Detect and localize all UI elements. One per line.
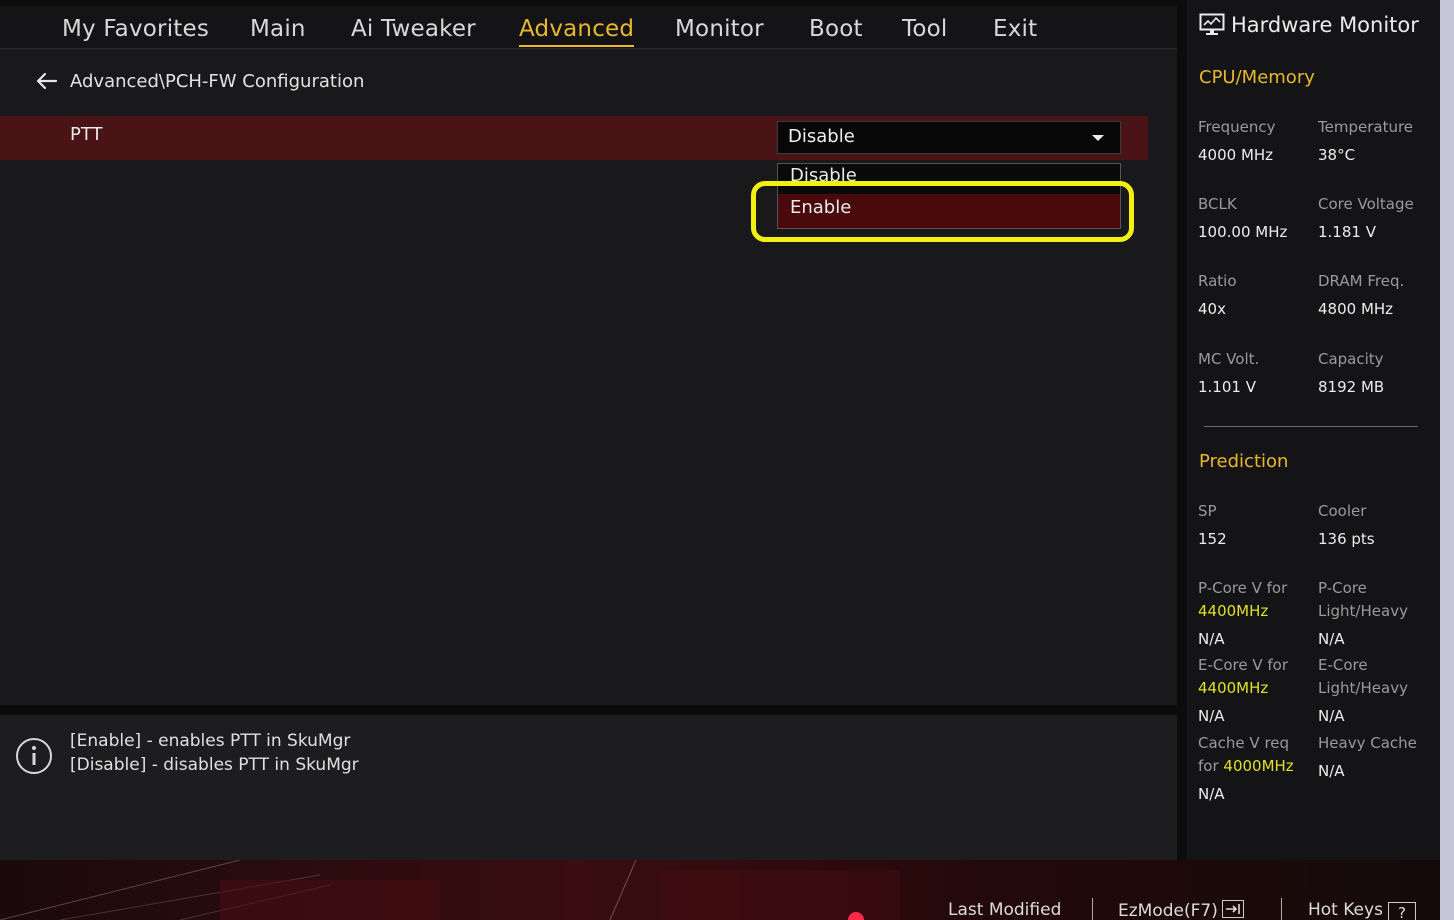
main-panel: Advanced\PCH-FW Configuration PTT Disabl… <box>0 49 1177 705</box>
hw-value-frequency: 4000 MHz <box>1198 146 1274 164</box>
hw-label-pcore-lh-line1: P-Core <box>1318 579 1367 597</box>
breadcrumb-text: Advanced\PCH-FW Configuration <box>70 70 365 92</box>
hw-label-ecore-lh-line1: E-Core <box>1318 656 1368 674</box>
ptt-select-value: Disable <box>788 126 855 147</box>
setting-label-ptt: PTT <box>70 124 103 145</box>
info-icon <box>16 738 52 774</box>
question-icon: ? <box>1387 902 1416 920</box>
option-enable-label: Enable <box>790 197 852 218</box>
last-modified-button[interactable]: Last Modified <box>948 900 1061 920</box>
hardware-monitor-panel: Hardware Monitor CPU/Memory Frequency 40… <box>1177 0 1440 860</box>
hw-value-cooler: 136 pts <box>1318 530 1375 548</box>
bottom-bar: Last Modified EzMode(F7) Hot Keys? <box>0 860 1440 920</box>
hw-label-core-voltage: Core Voltage <box>1318 195 1414 213</box>
top-nav: My Favorites Main Ai Tweaker Advanced Mo… <box>0 0 1177 49</box>
option-disable[interactable]: Disable <box>778 164 1120 196</box>
hw-value-capacity: 8192 MB <box>1318 378 1385 396</box>
hw-value-temperature: 38°C <box>1318 146 1356 164</box>
help-line-disable: [Disable] - disables PTT in SkuMgr <box>70 755 359 775</box>
hw-value-dram-freq: 4800 MHz <box>1318 300 1394 318</box>
hw-value-pcore-v: N/A <box>1198 630 1225 648</box>
hw-label-pcore-v-line1: P-Core V for <box>1198 579 1288 597</box>
tab-my-favorites[interactable]: My Favorites <box>62 16 209 42</box>
hw-value-sp: 152 <box>1198 530 1227 548</box>
hw-label-pcore-v: P-Core V for 4400MHz <box>1198 577 1287 623</box>
ezmode-label: EzMode(F7) <box>1118 901 1218 920</box>
hw-label-ecore-lh-line2: Light/Heavy <box>1318 679 1408 697</box>
hot-keys-button[interactable]: Hot Keys? <box>1308 900 1416 920</box>
hw-label-temperature: Temperature <box>1318 118 1414 136</box>
hot-keys-label: Hot Keys <box>1308 900 1383 920</box>
option-enable[interactable]: Enable <box>778 194 1120 228</box>
hw-label-ecore-v-freq: 4400MHz <box>1198 679 1269 697</box>
hw-value-core-voltage: 1.181 V <box>1318 223 1376 241</box>
tab-tool[interactable]: Tool <box>902 16 947 42</box>
hw-value-bclk: 100.00 MHz <box>1198 223 1288 241</box>
hw-label-ratio: Ratio <box>1198 272 1237 290</box>
hw-label-cache-v: Cache V req for 4000MHz <box>1198 732 1294 778</box>
hw-value-ecore-v: N/A <box>1198 707 1225 725</box>
hw-label-frequency: Frequency <box>1198 118 1276 136</box>
ptt-dropdown-list: Disable Enable <box>777 163 1121 229</box>
hw-label-bclk: BCLK <box>1198 195 1237 213</box>
bios-screen: My Favorites Main Ai Tweaker Advanced Mo… <box>0 0 1454 920</box>
bottom-separator <box>1281 898 1282 920</box>
hw-label-cache-v-freq: 4000MHz <box>1223 757 1294 775</box>
hw-label-heavy-cache: Heavy Cache <box>1318 734 1417 752</box>
hw-value-ratio: 40x <box>1198 300 1226 318</box>
caret-down-icon <box>1092 135 1104 141</box>
hw-title: Hardware Monitor <box>1199 13 1419 37</box>
hw-value-ecore-lh: N/A <box>1318 707 1345 725</box>
hw-label-cache-v-line1: Cache V req <box>1198 734 1290 752</box>
ezmode-button[interactable]: EzMode(F7) <box>1118 900 1244 920</box>
back-arrow-icon[interactable] <box>34 70 60 92</box>
tab-exit[interactable]: Exit <box>993 16 1037 42</box>
hw-label-ecore-v: E-Core V for 4400MHz <box>1198 654 1288 700</box>
hw-value-heavy-cache: N/A <box>1318 762 1345 780</box>
tab-boot[interactable]: Boot <box>809 16 863 42</box>
hw-label-dram-freq: DRAM Freq. <box>1318 272 1405 290</box>
hw-value-cache-v: N/A <box>1198 785 1225 803</box>
hw-heading-prediction: Prediction <box>1199 451 1289 472</box>
hw-label-capacity: Capacity <box>1318 350 1384 368</box>
hw-value-pcore-lh: N/A <box>1318 630 1345 648</box>
option-disable-label: Disable <box>790 165 857 186</box>
bottom-separator <box>1092 898 1093 920</box>
breadcrumb: Advanced\PCH-FW Configuration <box>34 69 364 93</box>
tab-main[interactable]: Main <box>250 16 306 42</box>
tab-monitor[interactable]: Monitor <box>675 16 764 42</box>
tab-advanced[interactable]: Advanced <box>519 16 635 47</box>
hw-heading-cpu-memory: CPU/Memory <box>1199 67 1315 88</box>
hw-label-pcore-v-freq: 4400MHz <box>1198 602 1269 620</box>
hw-label-ecore-lh: E-Core Light/Heavy <box>1318 654 1408 700</box>
hw-title-text: Hardware Monitor <box>1231 13 1419 37</box>
exit-to-ez-icon <box>1221 900 1244 918</box>
ptt-select[interactable]: Disable <box>777 121 1121 154</box>
hw-value-mc-volt: 1.101 V <box>1198 378 1256 396</box>
monitor-icon <box>1199 13 1225 35</box>
hw-label-pcore-lh: P-Core Light/Heavy <box>1318 577 1408 623</box>
tab-ai-tweaker[interactable]: Ai Tweaker <box>351 16 476 42</box>
hw-label-cooler: Cooler <box>1318 502 1367 520</box>
help-panel: [Enable] - enables PTT in SkuMgr [Disabl… <box>0 715 1177 860</box>
hw-label-ecore-v-line1: E-Core V for <box>1198 656 1289 674</box>
panel-divider <box>0 705 1177 715</box>
hw-label-cache-v-prefix: for <box>1198 757 1224 775</box>
hw-label-mc-volt: MC Volt. <box>1198 350 1260 368</box>
setting-row-ptt[interactable]: PTT Disable <box>0 116 1148 160</box>
help-line-enable: [Enable] - enables PTT in SkuMgr <box>70 731 351 751</box>
hw-label-pcore-lh-line2: Light/Heavy <box>1318 602 1408 620</box>
window-edge <box>1440 0 1454 920</box>
hw-label-sp: SP <box>1198 502 1217 520</box>
hw-separator <box>1204 426 1418 427</box>
